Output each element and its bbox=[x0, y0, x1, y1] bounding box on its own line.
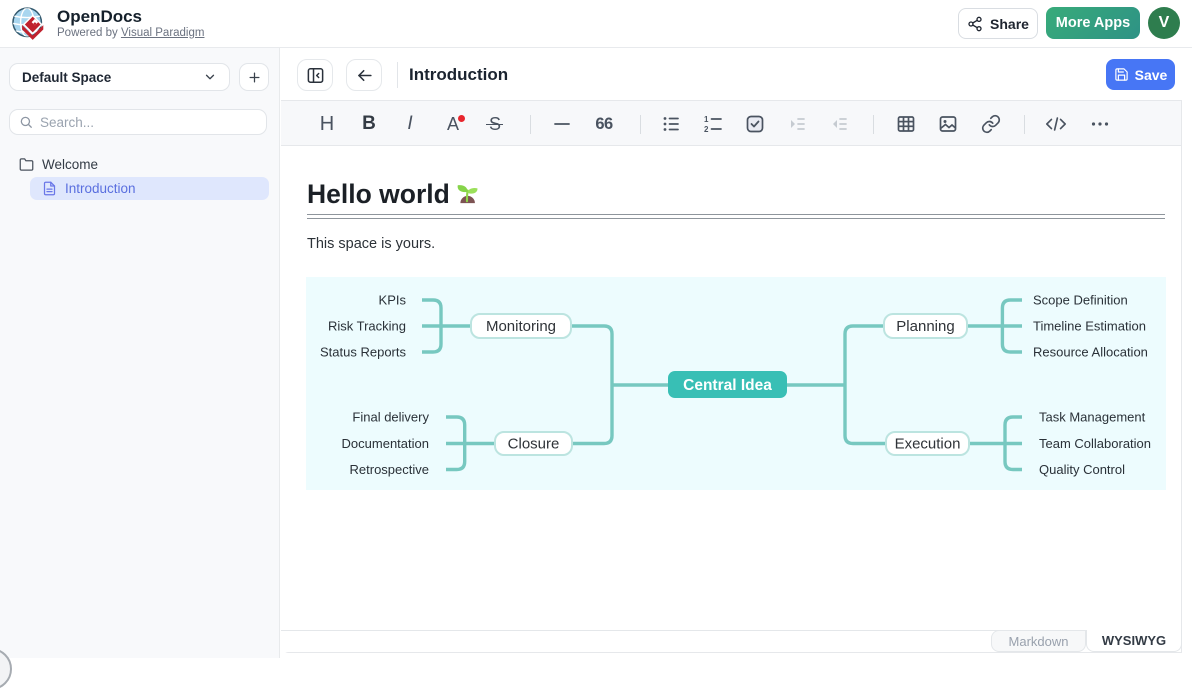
svg-text:Timeline Estimation: Timeline Estimation bbox=[1033, 319, 1146, 334]
svg-text:Scope Definition: Scope Definition bbox=[1033, 293, 1128, 308]
svg-text:Central Idea: Central Idea bbox=[683, 377, 772, 394]
svg-text:Resource Allocation: Resource Allocation bbox=[1033, 345, 1148, 360]
svg-text:KPIs: KPIs bbox=[379, 293, 407, 308]
svg-text:Risk Tracking: Risk Tracking bbox=[328, 319, 406, 334]
svg-text:Execution: Execution bbox=[895, 436, 961, 453]
svg-text:Closure: Closure bbox=[508, 436, 560, 453]
svg-text:Planning: Planning bbox=[896, 318, 954, 335]
svg-text:Final delivery: Final delivery bbox=[352, 410, 429, 425]
svg-text:Monitoring: Monitoring bbox=[486, 318, 556, 335]
svg-text:1: 1 bbox=[704, 115, 709, 124]
svg-text:2: 2 bbox=[704, 125, 709, 134]
svg-text:Documentation: Documentation bbox=[342, 436, 429, 451]
svg-text:Status Reports: Status Reports bbox=[320, 345, 406, 360]
svg-text:Team Collaboration: Team Collaboration bbox=[1039, 436, 1151, 451]
svg-text:Task Management: Task Management bbox=[1039, 410, 1146, 425]
svg-text:Quality Control: Quality Control bbox=[1039, 462, 1125, 477]
svg-text:Retrospective: Retrospective bbox=[350, 462, 429, 477]
